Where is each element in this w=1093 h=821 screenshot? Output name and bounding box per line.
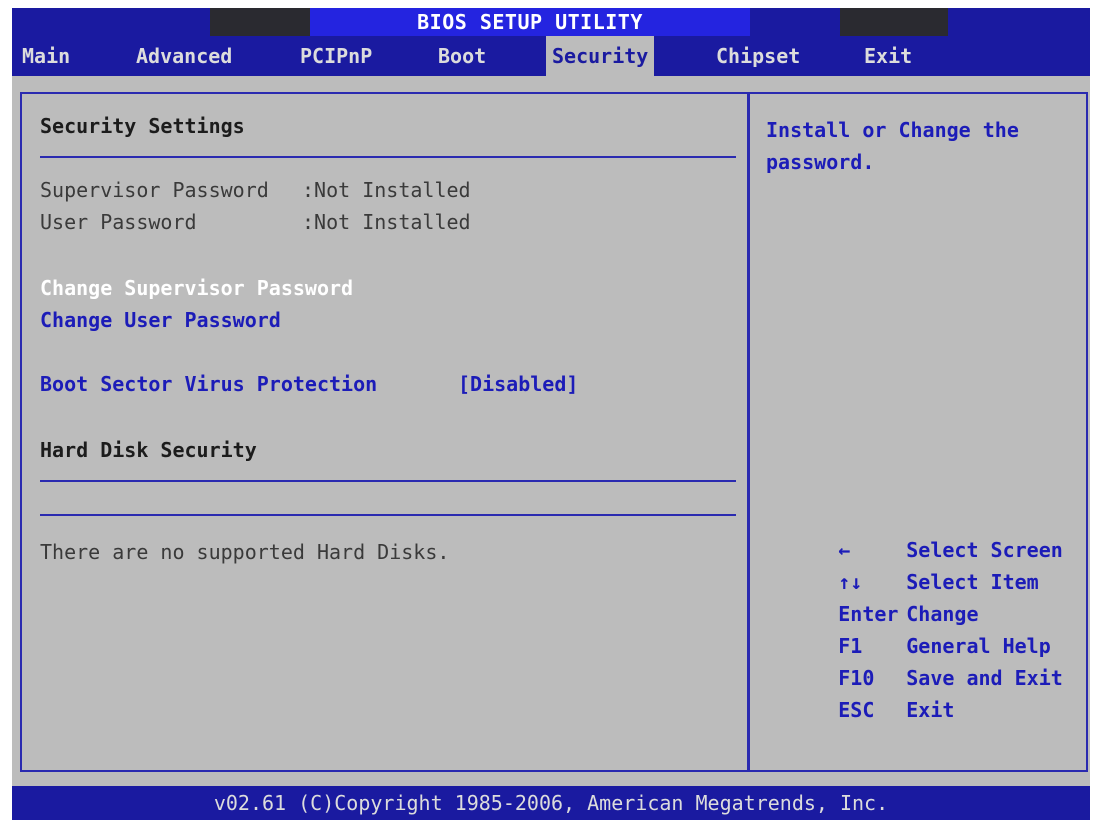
menu-chipset[interactable]: Chipset (710, 36, 806, 76)
menu-main[interactable]: Main (16, 36, 76, 76)
change-user-password-item[interactable]: Change User Password (40, 308, 281, 332)
title-center: BIOS SETUP UTILITY (310, 8, 750, 36)
key-hint-change: Enter Change (766, 566, 978, 626)
app-title: BIOS SETUP UTILITY (417, 10, 643, 34)
key-hint-select-screen: ← Select Screen (766, 502, 1063, 562)
menu-exit[interactable]: Exit (858, 36, 918, 76)
section-title: Security Settings (40, 114, 245, 138)
help-panel: Install or Change the password. ← Select … (748, 92, 1088, 772)
supervisor-password-status: :Not Installed (302, 178, 471, 202)
main-panel: Security Settings Supervisor Password :N… (20, 92, 748, 772)
divider (40, 480, 736, 482)
title-decor-block (840, 8, 948, 36)
title-row: BIOS SETUP UTILITY (12, 8, 1090, 36)
menu-security[interactable]: Security (546, 36, 655, 76)
menu-pcipnp[interactable]: PCIPnP (294, 36, 378, 76)
hdd-message: There are no supported Hard Disks. (40, 540, 450, 564)
key-hint-select-item: ↑↓ Select Item (766, 534, 1038, 594)
key-hint-exit: ESC Exit (766, 662, 954, 722)
copyright-footer: v02.61 (C)Copyright 1985-2006, American … (12, 786, 1090, 820)
help-description: Install or Change the password. (766, 118, 1019, 174)
top-bar: BIOS SETUP UTILITY Main Advanced PCIPnP … (0, 0, 1093, 80)
key-hint-general-help: F1 General Help (766, 598, 1051, 658)
body-frame: Security Settings Supervisor Password :N… (12, 76, 1090, 786)
divider (40, 514, 736, 516)
boot-sector-virus-protection-value[interactable]: [Disabled] (458, 372, 578, 396)
user-password-label: User Password (40, 210, 197, 234)
boot-sector-virus-protection-item[interactable]: Boot Sector Virus Protection (40, 372, 377, 396)
title-decor-block (210, 8, 310, 36)
user-password-status: :Not Installed (302, 210, 471, 234)
change-supervisor-password-item[interactable]: Change Supervisor Password (40, 276, 353, 300)
key-hint-save-exit: F10 Save and Exit (766, 630, 1063, 690)
divider (40, 156, 736, 158)
hard-disk-security-title: Hard Disk Security (40, 438, 257, 462)
menu-bar: Main Advanced PCIPnP Boot Security Chips… (12, 36, 1090, 76)
supervisor-password-label: Supervisor Password (40, 178, 269, 202)
menu-boot[interactable]: Boot (432, 36, 492, 76)
key-action: Exit (906, 698, 955, 722)
key-label: ESC (838, 698, 875, 722)
menu-advanced[interactable]: Advanced (130, 36, 238, 76)
